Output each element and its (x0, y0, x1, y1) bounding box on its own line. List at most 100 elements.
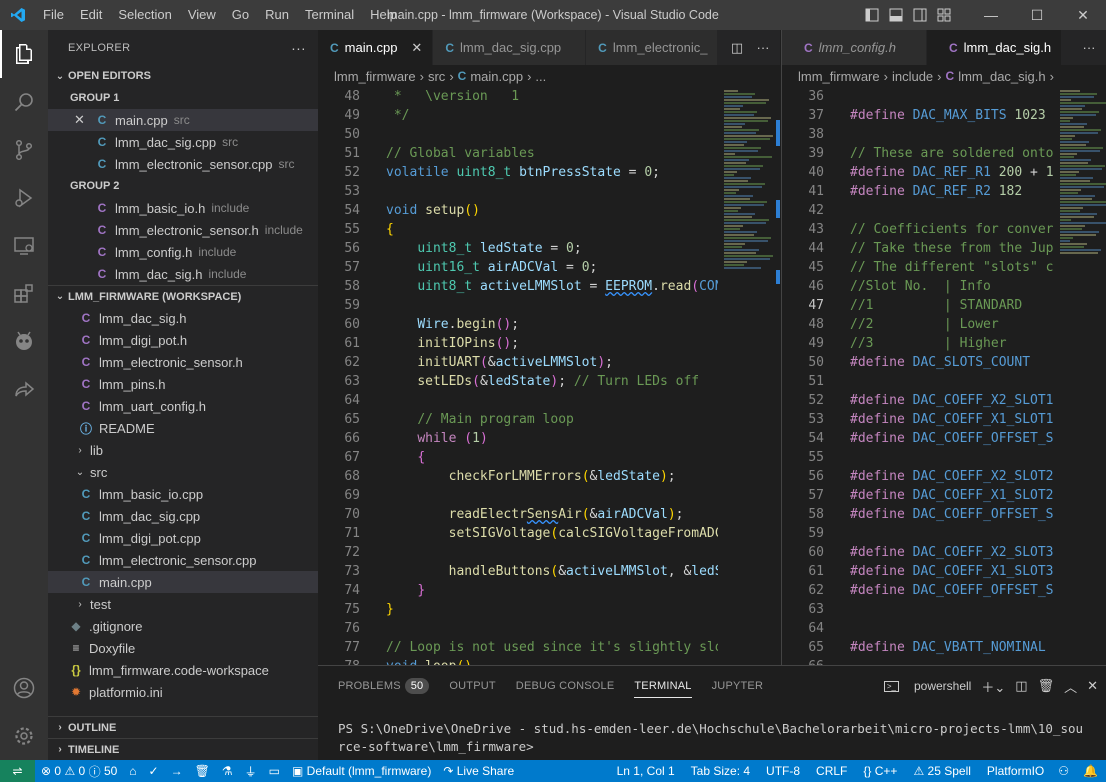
tree-file-main-cpp[interactable]: C main.cpp (48, 571, 318, 593)
open-editor-main-cpp[interactable]: ✕ C main.cpp src (48, 109, 318, 131)
kill-terminal-icon[interactable]: 🗑 (1038, 678, 1055, 694)
pio-upload-icon[interactable]: → (165, 760, 189, 782)
code-line[interactable]: 55 (782, 448, 1054, 467)
more-actions-icon[interactable]: ··· (1076, 40, 1102, 55)
code-line[interactable]: 68 checkForLMMErrors(&ledState); (318, 467, 718, 486)
menu-help[interactable]: Help (362, 0, 405, 30)
new-terminal-icon[interactable]: ＋⌄ (981, 677, 1005, 696)
feedback-icon[interactable]: ⚇ (1052, 760, 1075, 782)
code-line[interactable]: 48 //2 | Lower (782, 315, 1054, 334)
terminal-select[interactable]: >_ powershell (874, 679, 971, 693)
close-icon[interactable]: ✕ (411, 40, 422, 56)
tree-file-lmm-digi-pot-cpp[interactable]: C lmm_digi_pot.cpp (48, 527, 318, 549)
open-editor-lmm-electronic-sensor-cpp[interactable]: C lmm_electronic_sensor.cpp src (48, 153, 318, 175)
breadcrumb-item[interactable]: src (428, 69, 445, 84)
code-line[interactable]: 43 // Coefficients for convert (782, 220, 1054, 239)
code-line[interactable]: 41 #define DAC_REF_R2 182 (782, 182, 1054, 201)
code-line[interactable]: 60 Wire.begin(); (318, 315, 718, 334)
tree-file-lmm-dac-sig-cpp[interactable]: C lmm_dac_sig.cpp (48, 505, 318, 527)
minimap[interactable] (1056, 87, 1106, 665)
code-line[interactable]: 39 // These are soldered onto (782, 144, 1054, 163)
tree-file-lmm-digi-pot-h[interactable]: C lmm_digi_pot.h (48, 329, 318, 351)
code-line[interactable]: 72 (318, 543, 718, 562)
tree-file-lmm-pins-h[interactable]: C lmm_pins.h (48, 373, 318, 395)
notifications-icon[interactable]: 🔔 (1075, 760, 1106, 782)
code-line[interactable]: 66 while (1) (318, 429, 718, 448)
code-line[interactable]: 61 initIOPins(); (318, 334, 718, 353)
code-line[interactable]: 58 uint8_t activeLMMSlot = EEPROM.read(C… (318, 277, 718, 296)
code-line[interactable]: 77 // Loop is not used since it's slightl… (318, 638, 718, 657)
end-of-line[interactable]: CRLF (808, 760, 855, 782)
code-line[interactable]: 64 (318, 391, 718, 410)
language-mode[interactable]: {} C++ (855, 760, 905, 782)
code-line[interactable]: 62 #define DAC_COEFF_OFFSET_SL (782, 581, 1054, 600)
split-editor-icon[interactable]: ◫ (724, 40, 750, 56)
menu-selection[interactable]: Selection (110, 0, 179, 30)
tab-main-cpp[interactable]: C main.cpp ✕ (318, 30, 434, 65)
tree-folder-lib[interactable]: › lib (48, 439, 318, 461)
code-line[interactable]: 74 } (318, 581, 718, 600)
pio-environment[interactable]: ▣ Default (lmm_firmware) (286, 760, 437, 782)
code-line[interactable]: 49 */ (318, 106, 718, 125)
code-line[interactable]: 42 (782, 201, 1054, 220)
code-line[interactable]: 53 #define DAC_COEFF_X1_SLOT1 (782, 410, 1054, 429)
tree-file-doxyfile[interactable]: ≡ Doxyfile (48, 637, 318, 659)
code-line[interactable]: 63 setLEDs(&ledState); // Turn LEDs off (318, 372, 718, 391)
open-editor-lmm-dac-sig-cpp[interactable]: C lmm_dac_sig.cpp src (48, 131, 318, 153)
encoding[interactable]: UTF-8 (758, 760, 808, 782)
tree-file-platformio-ini[interactable]: ✹ platformio.ini (48, 681, 318, 703)
breadcrumb-item[interactable]: lmm_dac_sig.h (958, 69, 1045, 84)
code-line[interactable]: 60 #define DAC_COEFF_X2_SLOT3 (782, 543, 1054, 562)
spell-check[interactable]: ⚠ 25 Spell (905, 760, 978, 782)
pio-serial-monitor-icon[interactable]: ⏚ (239, 760, 263, 782)
code-line[interactable]: 46 //Slot No. | Info (782, 277, 1054, 296)
menu-run[interactable]: Run (257, 0, 297, 30)
code-line[interactable]: 59 (782, 524, 1054, 543)
code-line[interactable]: 69 (318, 486, 718, 505)
code-line[interactable]: 40 #define DAC_REF_R1 200 + 18 (782, 163, 1054, 182)
toggle-sidebar-icon[interactable] (860, 0, 884, 30)
code-line[interactable]: 44 // Take these from the Jupy (782, 239, 1054, 258)
code-line[interactable]: 56 #define DAC_COEFF_X2_SLOT2 (782, 467, 1054, 486)
workspace-header[interactable]: ⌄ LMM_FIRMWARE (WORKSPACE) (48, 285, 318, 307)
code-line[interactable]: 52 #define DAC_COEFF_X2_SLOT1 (782, 391, 1054, 410)
code-line[interactable]: 59 (318, 296, 718, 315)
code-line[interactable]: 50 (318, 125, 718, 144)
tree-file-lmm-uart-config-h[interactable]: C lmm_uart_config.h (48, 395, 318, 417)
tab-lmm-electronic-sensor-cpp[interactable]: C lmm_electronic_ (586, 30, 719, 65)
tab-debug-console[interactable]: DEBUG CONSOLE (506, 666, 625, 706)
outline-header[interactable]: › OUTLINE (48, 716, 318, 738)
code-line[interactable]: 48 * \version 1 (318, 87, 718, 106)
open-editors-header[interactable]: ⌄ OPEN EDITORS (48, 65, 318, 87)
code-line[interactable]: 67 { (318, 448, 718, 467)
close-window-button[interactable]: ✕ (1060, 0, 1106, 30)
toggle-secondary-sidebar-icon[interactable] (908, 0, 932, 30)
timeline-header[interactable]: › TIMELINE (48, 738, 318, 760)
tree-file-lmm-electronic-sensor-cpp[interactable]: C lmm_electronic_sensor.cpp (48, 549, 318, 571)
code-editor[interactable]: 36 37 #define DAC_MAX_BITS 1023 / 38 39 // Th… (782, 87, 1054, 665)
terminal-output[interactable]: PS S:\OneDrive\OneDrive - stud.hs-emden-… (318, 706, 1106, 756)
breadcrumb-item[interactable]: lmm_firmware (334, 69, 416, 84)
code-line[interactable]: 36 (782, 87, 1054, 106)
code-line[interactable]: 62 initUART(&activeLMMSlot); (318, 353, 718, 372)
menu-edit[interactable]: Edit (72, 0, 110, 30)
code-line[interactable]: 52 volatile uint8_t btnPressState = 0; (318, 163, 718, 182)
explorer-more-actions[interactable]: ··· (291, 40, 306, 56)
code-line[interactable]: 50 #define DAC_SLOTS_COUNT (782, 353, 1054, 372)
code-line[interactable]: 65 #define DAC_VBATT_NOMINAL 1 (782, 638, 1054, 657)
files-icon[interactable] (0, 30, 48, 78)
customize-layout-icon[interactable] (932, 0, 956, 30)
tree-file-lmm-basic-io-cpp[interactable]: C lmm_basic_io.cpp (48, 483, 318, 505)
close-icon[interactable]: ✕ (74, 112, 85, 128)
code-line[interactable]: 38 (782, 125, 1054, 144)
settings-gear-icon[interactable] (0, 712, 48, 760)
breadcrumb-item[interactable]: ... (535, 69, 546, 84)
code-line[interactable]: 56 uint8_t ledState = 0; (318, 239, 718, 258)
pio-terminal-icon[interactable]: ▭ (263, 760, 286, 782)
live-share-status[interactable]: ↷ Live Share (437, 760, 520, 782)
problems-status[interactable]: ⊗ 0 ⚠ 0 ⓘ 50 (35, 760, 123, 782)
more-actions-icon[interactable]: ··· (750, 40, 776, 55)
remote-indicator-icon[interactable]: ⇌ (0, 760, 35, 782)
code-line[interactable]: 53 (318, 182, 718, 201)
code-line[interactable]: 71 setSIGVoltage(calcSIGVoltageFromADC (318, 524, 718, 543)
